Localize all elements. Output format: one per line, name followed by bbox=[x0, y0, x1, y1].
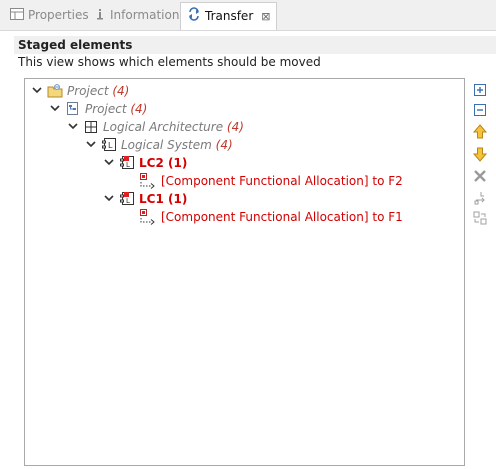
tree-item-project-root[interactable]: Project (4) bbox=[31, 82, 451, 100]
expand-chevron-icon[interactable] bbox=[103, 190, 115, 208]
tree-item-project[interactable]: Project (4) bbox=[49, 100, 449, 118]
functional-allocation-icon bbox=[139, 209, 155, 225]
transfer-icon bbox=[187, 4, 201, 30]
transfer-icon[interactable] bbox=[472, 190, 488, 206]
tree-item-allocation-f1[interactable]: [Component Functional Allocation] to F1 bbox=[121, 208, 441, 226]
functional-allocation-icon bbox=[139, 173, 155, 189]
tree-item-logical-architecture[interactable]: Logical Architecture (4) bbox=[67, 118, 447, 136]
expand-all-icon[interactable] bbox=[472, 82, 488, 98]
tree-item-label: Project bbox=[67, 84, 109, 98]
tree-item-count: (4) bbox=[226, 120, 244, 134]
sync-icon[interactable] bbox=[472, 210, 488, 226]
tab-information-label: Information bbox=[110, 8, 180, 22]
expand-chevron-icon[interactable] bbox=[31, 82, 43, 100]
expand-chevron-icon[interactable] bbox=[85, 136, 97, 154]
info-icon bbox=[94, 5, 106, 27]
tree-item-label: LC1 (1) bbox=[139, 192, 188, 206]
tree-item-count: (4) bbox=[215, 138, 233, 152]
tab-transfer[interactable]: Transfer ⊠ bbox=[180, 2, 278, 30]
view-tab-bar: Properties Information Transfer ⊠ bbox=[0, 0, 496, 31]
svg-text:L: L bbox=[126, 161, 130, 169]
logical-component-icon: L bbox=[119, 191, 135, 207]
expand-chevron-icon[interactable] bbox=[67, 118, 79, 136]
svg-text:L: L bbox=[126, 197, 130, 205]
staged-elements-tree[interactable]: Project (4) Project (4) Logical Architec… bbox=[24, 78, 465, 466]
tab-properties[interactable]: Properties bbox=[10, 4, 89, 26]
tree-item-label: [Component Functional Allocation] to F2 bbox=[161, 174, 403, 188]
properties-icon bbox=[10, 5, 24, 27]
tree-item-lc1[interactable]: L LC1 (1) bbox=[103, 190, 443, 208]
tab-transfer-label: Transfer bbox=[205, 9, 254, 23]
project-icon bbox=[65, 101, 81, 117]
tree-item-allocation-f2[interactable]: [Component Functional Allocation] to F2 bbox=[121, 172, 441, 190]
expand-chevron-icon[interactable] bbox=[49, 100, 61, 118]
remove-icon[interactable] bbox=[472, 168, 488, 184]
move-down-icon[interactable] bbox=[472, 146, 488, 162]
expand-chevron-icon[interactable] bbox=[103, 154, 115, 172]
left-edge bbox=[0, 75, 6, 395]
close-icon[interactable]: ⊠ bbox=[261, 10, 270, 23]
logical-architecture-icon bbox=[83, 119, 99, 135]
tree-item-label: LC2 (1) bbox=[139, 156, 188, 170]
tree-item-label: [Component Functional Allocation] to F1 bbox=[161, 210, 403, 224]
tab-information[interactable]: Information bbox=[94, 4, 179, 26]
tab-properties-label: Properties bbox=[28, 8, 89, 22]
tree-item-logical-system[interactable]: L Logical System (4) bbox=[85, 136, 445, 154]
move-up-icon[interactable] bbox=[472, 124, 488, 140]
tree-item-label: Logical Architecture bbox=[103, 120, 224, 134]
tree-item-label: Project bbox=[85, 102, 127, 116]
logical-system-icon: L bbox=[101, 137, 117, 153]
section-description: This view shows which elements should be… bbox=[18, 55, 321, 69]
svg-text:L: L bbox=[108, 141, 113, 150]
collapse-all-icon[interactable] bbox=[472, 102, 488, 118]
tree-item-count: (4) bbox=[112, 84, 130, 98]
section-title: Staged elements bbox=[14, 36, 496, 54]
tree-item-label: Logical System bbox=[121, 138, 212, 152]
tree-item-lc2[interactable]: L LC2 (1) bbox=[103, 154, 443, 172]
folder-project-icon bbox=[47, 83, 63, 99]
logical-component-icon: L bbox=[119, 155, 135, 171]
tree-item-count: (4) bbox=[130, 102, 148, 116]
